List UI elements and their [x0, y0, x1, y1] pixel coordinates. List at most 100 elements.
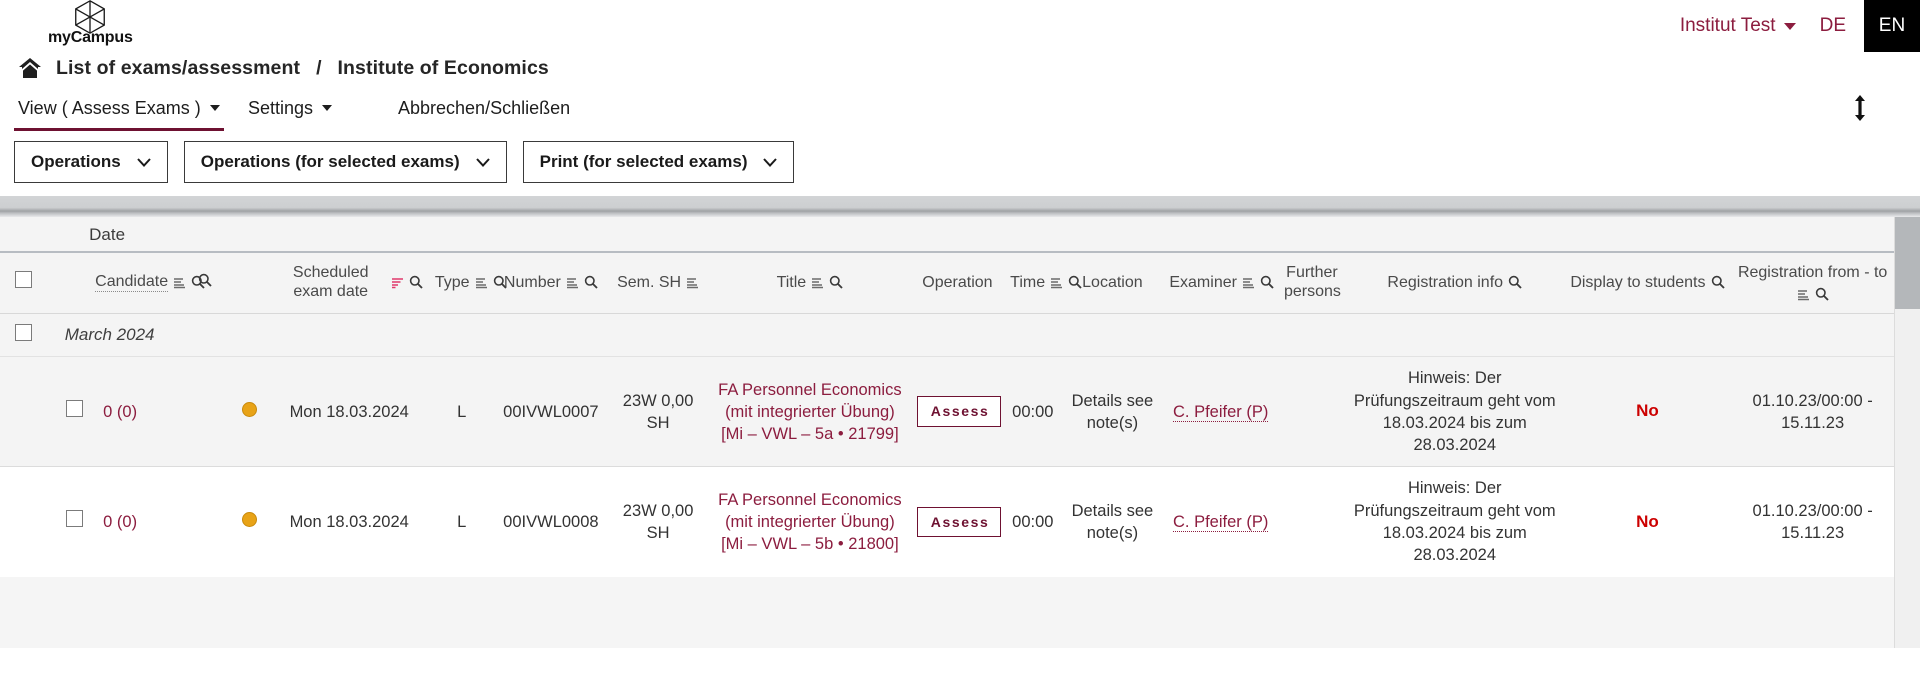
select-all-header-cell [0, 252, 47, 315]
tab-settings-label: Settings [248, 97, 314, 118]
month-group-row: March 2024 [0, 313, 1894, 358]
exam-table: Date Candidate Scheduled exam date Type … [0, 217, 1894, 577]
header-registration-info[interactable]: Registration info [1345, 252, 1564, 315]
cell-title[interactable]: FA Personnel Economics (mit integrierter… [709, 356, 911, 468]
tab-view-label: View ( Assess Exams ) [18, 97, 201, 118]
header-sem-sh[interactable]: Sem. SH [607, 252, 710, 315]
sort-icon-active[interactable] [391, 276, 404, 289]
assess-button[interactable]: Assess [916, 396, 1002, 428]
tab-cancel-label: Abbrechen/Schließen [398, 97, 571, 118]
candidate-link[interactable]: 0 (0) [103, 403, 137, 421]
search-icon[interactable] [829, 275, 843, 289]
header-type-label: Type [434, 273, 470, 291]
search-icon[interactable] [1815, 287, 1829, 301]
tab-settings[interactable]: Settings [248, 94, 398, 123]
breadcrumb-item-exams[interactable]: List of exams/assessment [56, 57, 300, 80]
header-time[interactable]: Time [1004, 252, 1082, 315]
cell-candidate-extra [180, 466, 230, 577]
header-title[interactable]: Title [709, 252, 911, 315]
cell-examiner[interactable]: C. Pfeifer (P) [1163, 356, 1278, 468]
cell-candidate[interactable]: 0 (0) [89, 466, 181, 577]
breadcrumb-item-institute[interactable]: Institute of Economics [338, 57, 549, 80]
chevron-down-icon [1783, 22, 1796, 30]
cell-registration-from-to: 01.10.23/00:00 - 15.11.23 [1731, 466, 1894, 577]
cell-scheduled-exam-date: Mon 18.03.2024 [269, 356, 429, 468]
header-number[interactable]: Number [494, 252, 608, 315]
header-further-persons: Further persons [1278, 252, 1346, 315]
cell-display-to-students: No [1563, 356, 1732, 468]
search-icon[interactable] [1711, 275, 1725, 289]
row-checkbox[interactable] [66, 400, 84, 418]
table-group-header-row: Date [0, 217, 1894, 253]
title-link[interactable]: FA Personnel Economics (mit integrierter… [718, 381, 901, 444]
search-icon[interactable] [1260, 275, 1274, 289]
table-row[interactable]: 0 (0) Mon 18.03.2024 L 00IVWL0008 23W 0,… [0, 466, 1894, 577]
examiner-link[interactable]: C. Pfeifer (P) [1173, 402, 1269, 422]
brand-logo-area[interactable]: myCampus [48, 0, 133, 46]
header-display-to-students-label: Display to students [1570, 273, 1706, 291]
home-icon[interactable] [18, 57, 42, 79]
operations-selected-button[interactable]: Operations (for selected exams) [183, 141, 507, 183]
search-icon[interactable] [198, 273, 212, 287]
language-de-button[interactable]: DE [1802, 15, 1864, 37]
operations-button-label: Operations [31, 152, 121, 171]
print-selected-button-label: Print (for selected exams) [539, 152, 748, 171]
cell-location: Details see note(s) [1061, 356, 1164, 468]
header-scheduled-exam-date[interactable]: Scheduled exam date [269, 252, 429, 315]
cell-candidate[interactable]: 0 (0) [89, 356, 181, 468]
cell-examiner[interactable]: C. Pfeifer (P) [1163, 466, 1278, 577]
cell-further-persons [1278, 356, 1346, 468]
sort-icon[interactable] [686, 276, 699, 289]
title-link[interactable]: FA Personnel Economics (mit integrierter… [718, 491, 901, 554]
institution-menu[interactable]: Institut Test [1680, 15, 1802, 37]
exam-table-container: Date Candidate Scheduled exam date Type … [0, 217, 1920, 648]
chevron-down-icon [475, 157, 490, 167]
cell-registration-from-to: 01.10.23/00:00 - 15.11.23 [1731, 356, 1894, 468]
select-all-checkbox[interactable] [14, 271, 32, 289]
print-selected-button[interactable]: Print (for selected exams) [522, 141, 795, 183]
tab-abbrechen-schliessen[interactable]: Abbrechen/Schließen [398, 94, 570, 123]
cell-scheduled-exam-date: Mon 18.03.2024 [269, 466, 429, 577]
sort-icon[interactable] [1050, 276, 1063, 289]
chevron-down-icon [763, 157, 778, 167]
cell-title[interactable]: FA Personnel Economics (mit integrierter… [709, 466, 911, 577]
sort-icon[interactable] [811, 276, 824, 289]
table-row[interactable]: 0 (0) Mon 18.03.2024 L 00IVWL0007 23W 0,… [0, 356, 1894, 468]
header-examiner[interactable]: Examiner [1163, 252, 1278, 315]
group-header-date: Date [89, 217, 1894, 253]
vertical-scrollbar-thumb[interactable] [1895, 217, 1920, 309]
language-en-button[interactable]: EN [1864, 0, 1920, 52]
header-type[interactable]: Type [428, 252, 507, 315]
vertical-scrollbar[interactable] [1894, 217, 1920, 648]
cell-number: 00IVWL0007 [494, 356, 608, 468]
sort-icon[interactable] [475, 276, 488, 289]
tab-view-assess-exams[interactable]: View ( Assess Exams ) [18, 94, 248, 123]
institution-label: Institut Test [1679, 15, 1776, 36]
sort-icon[interactable] [1242, 276, 1255, 289]
assess-button[interactable]: Assess [916, 506, 1002, 538]
status-dot-icon [241, 401, 257, 417]
cell-status [229, 356, 270, 468]
sort-icon[interactable] [173, 276, 186, 289]
header-location-label: Location [1082, 273, 1143, 291]
header-candidate[interactable]: Candidate [89, 252, 205, 315]
header-registration-from-to[interactable]: Registration from - to [1731, 252, 1894, 315]
breadcrumb-separator: / [316, 56, 322, 79]
sort-icon[interactable] [566, 276, 579, 289]
sort-icon[interactable] [1797, 288, 1810, 301]
candidate-link[interactable]: 0 (0) [103, 513, 137, 531]
chevron-down-icon [209, 105, 220, 111]
operations-button[interactable]: Operations [14, 141, 168, 183]
search-icon[interactable] [409, 275, 423, 289]
header-display-to-students[interactable]: Display to students [1563, 252, 1732, 315]
horizontal-scrollbar[interactable] [0, 195, 1920, 217]
cell-type: L [428, 356, 495, 468]
up-down-arrow-icon[interactable] [1852, 94, 1868, 122]
row-select-cell [46, 356, 90, 468]
search-icon[interactable] [584, 275, 598, 289]
search-icon[interactable] [1068, 275, 1082, 289]
examiner-link[interactable]: C. Pfeifer (P) [1173, 512, 1269, 532]
month-group-checkbox[interactable] [14, 324, 32, 342]
search-icon[interactable] [1508, 275, 1522, 289]
row-checkbox[interactable] [66, 510, 84, 528]
